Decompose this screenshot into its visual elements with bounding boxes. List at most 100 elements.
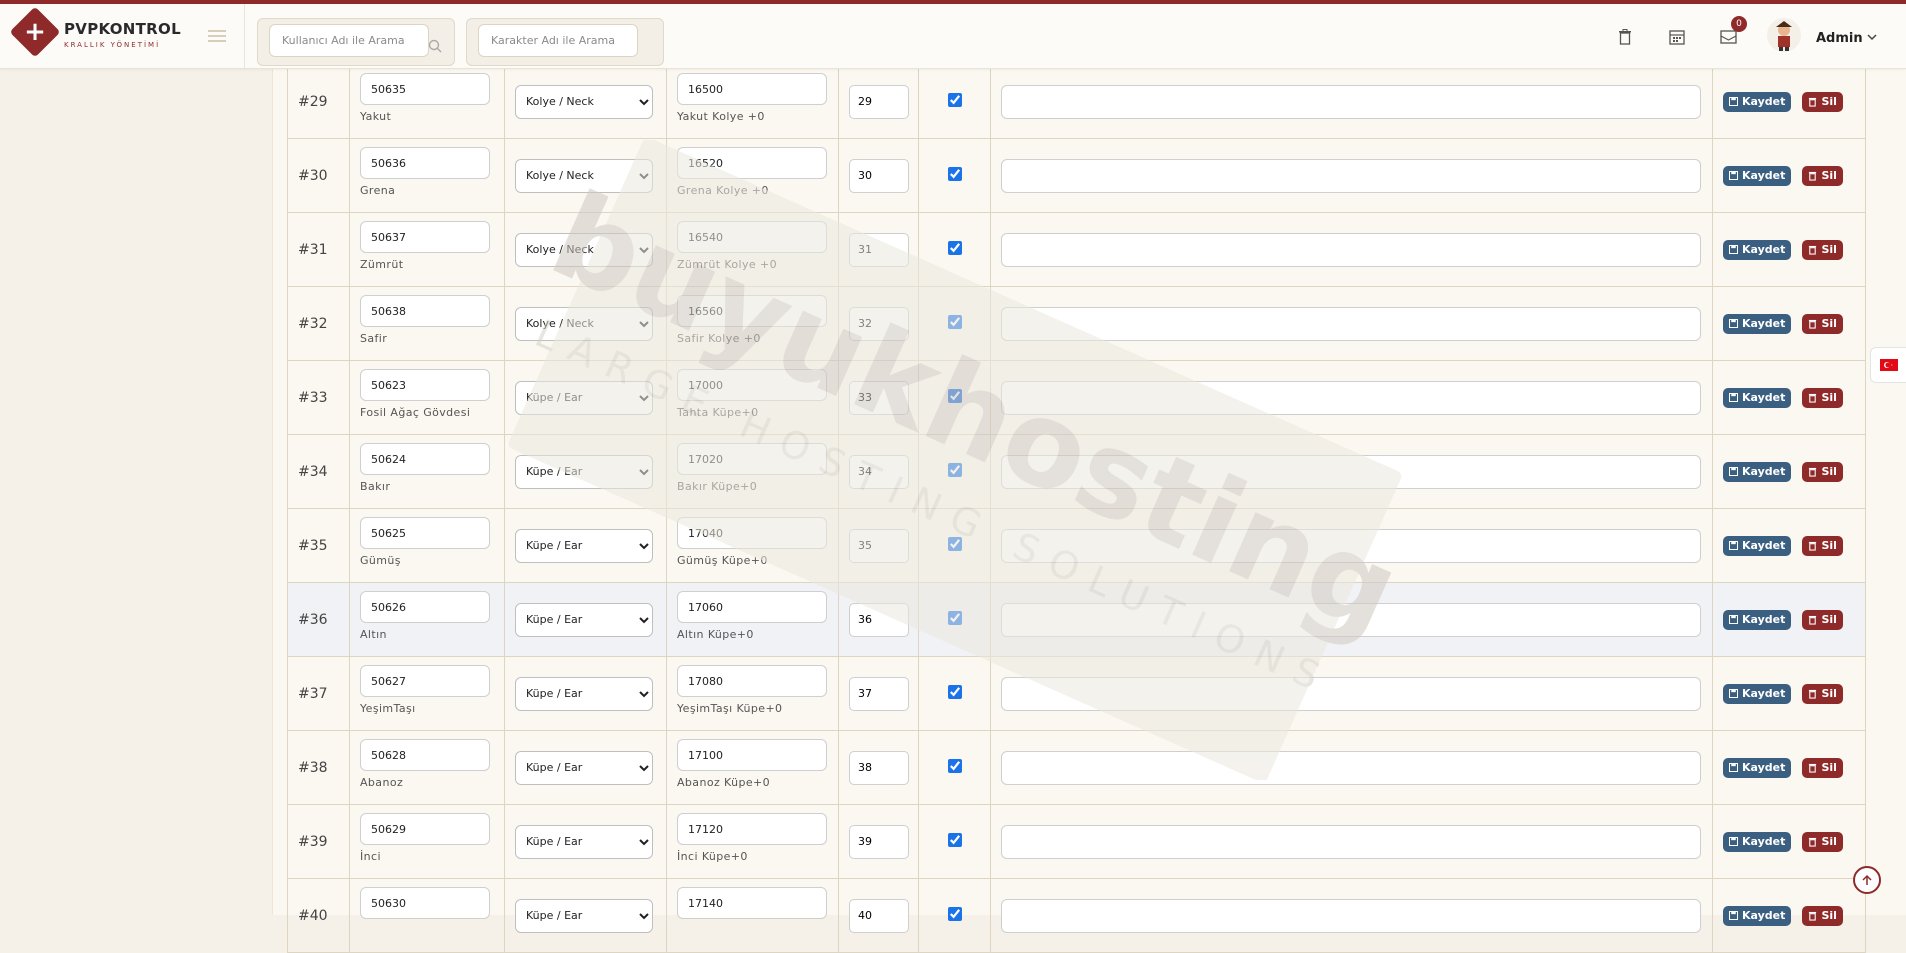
avatar[interactable] [1767, 18, 1801, 52]
delete-button[interactable]: Sil [1802, 683, 1843, 704]
menu-icon[interactable] [208, 30, 226, 42]
save-button[interactable]: Kaydet [1723, 609, 1792, 630]
item-value-input[interactable] [677, 739, 827, 771]
item-note-input[interactable] [1001, 158, 1701, 193]
user-search-input[interactable] [269, 24, 429, 57]
item-type-select[interactable]: Küpe / Ear [515, 824, 653, 859]
item-type-select[interactable]: Küpe / Ear [515, 898, 653, 933]
item-code-input[interactable] [360, 443, 490, 475]
save-button[interactable]: Kaydet [1723, 91, 1792, 112]
delete-button[interactable]: Sil [1802, 461, 1843, 482]
save-button[interactable]: Kaydet [1723, 757, 1792, 778]
item-note-input[interactable] [1001, 306, 1701, 341]
item-active-checkbox[interactable] [947, 167, 962, 181]
item-code-input[interactable] [360, 739, 490, 771]
item-order-input[interactable] [849, 750, 909, 785]
delete-button[interactable]: Sil [1802, 905, 1843, 926]
delete-button[interactable]: Sil [1802, 91, 1843, 112]
brand[interactable]: + PVPKONTROL KRALLIK YÖNETİMİ [0, 4, 245, 68]
item-active-checkbox[interactable] [947, 611, 962, 625]
delete-button[interactable]: Sil [1802, 165, 1843, 186]
item-value-input[interactable] [677, 221, 827, 253]
item-value-input[interactable] [677, 443, 827, 475]
save-button[interactable]: Kaydet [1723, 387, 1792, 408]
chevron-down-icon[interactable] [1866, 31, 1878, 43]
delete-button[interactable]: Sil [1802, 831, 1843, 852]
item-code-input[interactable] [360, 813, 490, 845]
item-note-input[interactable] [1001, 602, 1701, 637]
item-code-input[interactable] [360, 887, 490, 919]
item-order-input[interactable] [849, 454, 909, 489]
item-type-select[interactable]: Küpe / Ear [515, 528, 653, 563]
item-order-input[interactable] [849, 380, 909, 415]
item-value-input[interactable] [677, 591, 827, 623]
item-active-checkbox[interactable] [947, 463, 962, 477]
language-switch[interactable] [1870, 347, 1906, 383]
item-active-checkbox[interactable] [947, 833, 962, 847]
item-order-input[interactable] [849, 306, 909, 341]
save-button[interactable]: Kaydet [1723, 313, 1792, 334]
save-button[interactable]: Kaydet [1723, 683, 1792, 704]
save-button[interactable]: Kaydet [1723, 535, 1792, 556]
item-value-input[interactable] [677, 73, 827, 105]
item-value-input[interactable] [677, 813, 827, 845]
item-code-input[interactable] [360, 665, 490, 697]
item-order-input[interactable] [849, 158, 909, 193]
item-note-input[interactable] [1001, 898, 1701, 933]
item-code-input[interactable] [360, 295, 490, 327]
item-type-select[interactable]: Küpe / Ear [515, 454, 653, 489]
delete-button[interactable]: Sil [1802, 535, 1843, 556]
item-type-select[interactable]: Küpe / Ear [515, 750, 653, 785]
item-note-input[interactable] [1001, 676, 1701, 711]
item-type-select[interactable]: Kolye / Neck [515, 158, 653, 193]
save-button[interactable]: Kaydet [1723, 461, 1792, 482]
save-button[interactable]: Kaydet [1723, 165, 1792, 186]
item-type-select[interactable]: Küpe / Ear [515, 676, 653, 711]
item-value-input[interactable] [677, 369, 827, 401]
item-active-checkbox[interactable] [947, 759, 962, 773]
item-order-input[interactable] [849, 824, 909, 859]
item-type-select[interactable]: Küpe / Ear [515, 380, 653, 415]
item-code-input[interactable] [360, 517, 490, 549]
character-search-input[interactable] [478, 24, 638, 57]
item-value-input[interactable] [677, 517, 827, 549]
item-active-checkbox[interactable] [947, 315, 962, 329]
item-value-input[interactable] [677, 147, 827, 179]
item-order-input[interactable] [849, 602, 909, 637]
save-button[interactable]: Kaydet [1723, 905, 1792, 926]
item-order-input[interactable] [849, 528, 909, 563]
item-note-input[interactable] [1001, 232, 1701, 267]
item-active-checkbox[interactable] [947, 537, 962, 551]
item-active-checkbox[interactable] [947, 389, 962, 403]
item-order-input[interactable] [849, 84, 909, 119]
delete-button[interactable]: Sil [1802, 609, 1843, 630]
item-value-input[interactable] [677, 295, 827, 327]
search-icon[interactable] [428, 39, 442, 53]
item-type-select[interactable]: Küpe / Ear [515, 602, 653, 637]
item-code-input[interactable] [360, 369, 490, 401]
scroll-top-button[interactable] [1853, 866, 1881, 894]
delete-button[interactable]: Sil [1802, 239, 1843, 260]
item-type-select[interactable]: Kolye / Neck [515, 84, 653, 119]
save-button[interactable]: Kaydet [1723, 831, 1792, 852]
save-button[interactable]: Kaydet [1723, 239, 1792, 260]
delete-button[interactable]: Sil [1802, 313, 1843, 334]
item-active-checkbox[interactable] [947, 907, 962, 921]
item-note-input[interactable] [1001, 84, 1701, 119]
delete-button[interactable]: Sil [1802, 387, 1843, 408]
trash-icon[interactable] [1612, 24, 1638, 50]
item-note-input[interactable] [1001, 380, 1701, 415]
item-active-checkbox[interactable] [947, 93, 962, 107]
item-code-input[interactable] [360, 591, 490, 623]
item-note-input[interactable] [1001, 528, 1701, 563]
item-note-input[interactable] [1001, 750, 1701, 785]
item-code-input[interactable] [360, 221, 490, 253]
item-type-select[interactable]: Kolye / Neck [515, 306, 653, 341]
item-order-input[interactable] [849, 898, 909, 933]
item-code-input[interactable] [360, 147, 490, 179]
item-order-input[interactable] [849, 676, 909, 711]
item-note-input[interactable] [1001, 454, 1701, 489]
item-code-input[interactable] [360, 73, 490, 105]
item-value-input[interactable] [677, 887, 827, 919]
item-active-checkbox[interactable] [947, 241, 962, 255]
